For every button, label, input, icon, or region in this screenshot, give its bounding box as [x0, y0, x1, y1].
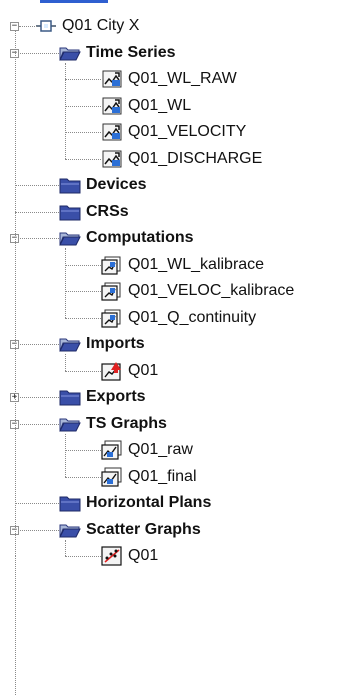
tree-item[interactable]: Q01_raw	[101, 437, 193, 463]
graph-icon	[101, 440, 123, 460]
graph-icon	[101, 467, 123, 487]
tree-item[interactable]: Q01_VELOC_kalibrace	[101, 278, 294, 304]
tree-connector	[65, 433, 66, 477]
folder-crss[interactable]: CRSs	[59, 199, 129, 225]
root-label: Q01 City X	[62, 17, 140, 34]
tree-connector	[65, 132, 101, 133]
tree-item-label: Q01_VELOCITY	[128, 123, 247, 140]
folder-tsgraphs-label: TS Graphs	[86, 414, 167, 432]
scatter-graph-icon	[101, 546, 123, 566]
folder-open-icon	[59, 520, 81, 540]
root-expander[interactable]: −	[10, 22, 19, 31]
tree-item-label: Q01_VELOC_kalibrace	[128, 282, 295, 299]
tree-connector	[65, 248, 66, 318]
tree-connector	[15, 529, 59, 531]
folder-open-icon	[59, 414, 81, 434]
folder-devices[interactable]: Devices	[59, 172, 147, 198]
folder-tsgraphs[interactable]: TS Graphs	[59, 411, 167, 437]
tree-item-label: Q01	[128, 361, 159, 379]
tree-connector	[65, 264, 101, 266]
folder-icon	[59, 493, 81, 513]
folder-icon	[59, 175, 81, 195]
folder-open-icon	[59, 334, 81, 354]
import-icon	[101, 361, 123, 381]
tree-connector	[15, 344, 59, 345]
folder-computations[interactable]: Computations	[59, 225, 194, 251]
computation-icon	[101, 255, 123, 275]
tree-item[interactable]: Q01_WL_RAW	[101, 66, 237, 92]
tree-connector	[15, 52, 59, 54]
folder-computations-label: Computations	[86, 229, 194, 246]
tree-item-label: Q01_final	[128, 467, 197, 485]
folder-exports[interactable]: Exports	[59, 384, 146, 410]
tree-connector	[65, 476, 101, 478]
folder-scattergraphs[interactable]: Scatter Graphs	[59, 517, 201, 543]
tree-item[interactable]: Q01	[101, 543, 158, 569]
tree-root[interactable]: Q01 City X	[35, 13, 139, 39]
selection-bar	[40, 0, 108, 3]
folder-devices-label: Devices	[86, 176, 147, 193]
tree-item[interactable]: Q01_final	[101, 464, 197, 490]
tree-connector	[19, 26, 37, 27]
folder-horizontalplans-label: Horizontal Plans	[86, 494, 212, 511]
tree-connector	[65, 354, 66, 371]
tree-connector	[65, 158, 101, 160]
time-series-icon	[101, 149, 123, 169]
tree-item-label: Q01_Q_continuity	[128, 308, 257, 326]
tree-connector	[15, 238, 59, 239]
folder-open-icon	[59, 228, 81, 248]
tree-item[interactable]: Q01_VELOCITY	[101, 119, 246, 145]
tree-item-label: Q01_WL_kalibrace	[128, 255, 265, 273]
tree-item[interactable]: Q01_WL	[101, 93, 191, 119]
tree-connector	[65, 450, 101, 451]
folder-crss-label: CRSs	[86, 202, 129, 220]
tree-connector	[65, 79, 101, 80]
tree-connector	[65, 62, 66, 159]
tree-connector	[15, 211, 59, 213]
folder-imports[interactable]: Imports	[59, 331, 145, 357]
folder-exports-label: Exports	[86, 388, 146, 405]
tree-item-label: Q01_DISCHARGE	[128, 149, 263, 167]
folder-icon	[59, 387, 81, 407]
folder-timeseries[interactable]: Time Series	[59, 40, 176, 66]
tree-connector	[15, 423, 59, 425]
computation-icon	[101, 281, 123, 301]
tree-item-label: Q01	[128, 547, 159, 564]
tree-connector	[65, 291, 101, 292]
tree-connector	[65, 556, 101, 557]
tree-connector	[15, 185, 59, 186]
tree-item-label: Q01_WL	[128, 96, 192, 114]
tree-connector	[15, 503, 59, 504]
folder-imports-label: Imports	[86, 335, 145, 352]
station-icon	[35, 16, 57, 36]
folder-icon	[59, 202, 81, 222]
tree-connector	[65, 105, 101, 107]
tree-item-label: Q01_WL_RAW	[128, 70, 237, 87]
tree-trunk	[15, 556, 16, 695]
folder-timeseries-label: Time Series	[86, 43, 176, 61]
time-series-icon	[101, 122, 123, 142]
tree-item[interactable]: Q01	[101, 358, 158, 384]
computation-icon	[101, 308, 123, 328]
tree-trunk	[15, 31, 16, 556]
folder-horizontalplans[interactable]: Horizontal Plans	[59, 490, 211, 516]
tree-connector	[65, 370, 101, 372]
tree-item[interactable]: Q01_Q_continuity	[101, 305, 256, 331]
folder-scattergraphs-label: Scatter Graphs	[86, 520, 201, 538]
tree-connector	[15, 397, 59, 398]
tree-item[interactable]: Q01_DISCHARGE	[101, 146, 262, 172]
tree-item[interactable]: Q01_WL_kalibrace	[101, 252, 264, 278]
time-series-icon	[101, 69, 123, 89]
tree-connector	[65, 539, 66, 556]
folder-open-icon	[59, 43, 81, 63]
tree-connector	[65, 317, 101, 319]
tree-item-label: Q01_raw	[128, 441, 193, 458]
time-series-icon	[101, 96, 123, 116]
